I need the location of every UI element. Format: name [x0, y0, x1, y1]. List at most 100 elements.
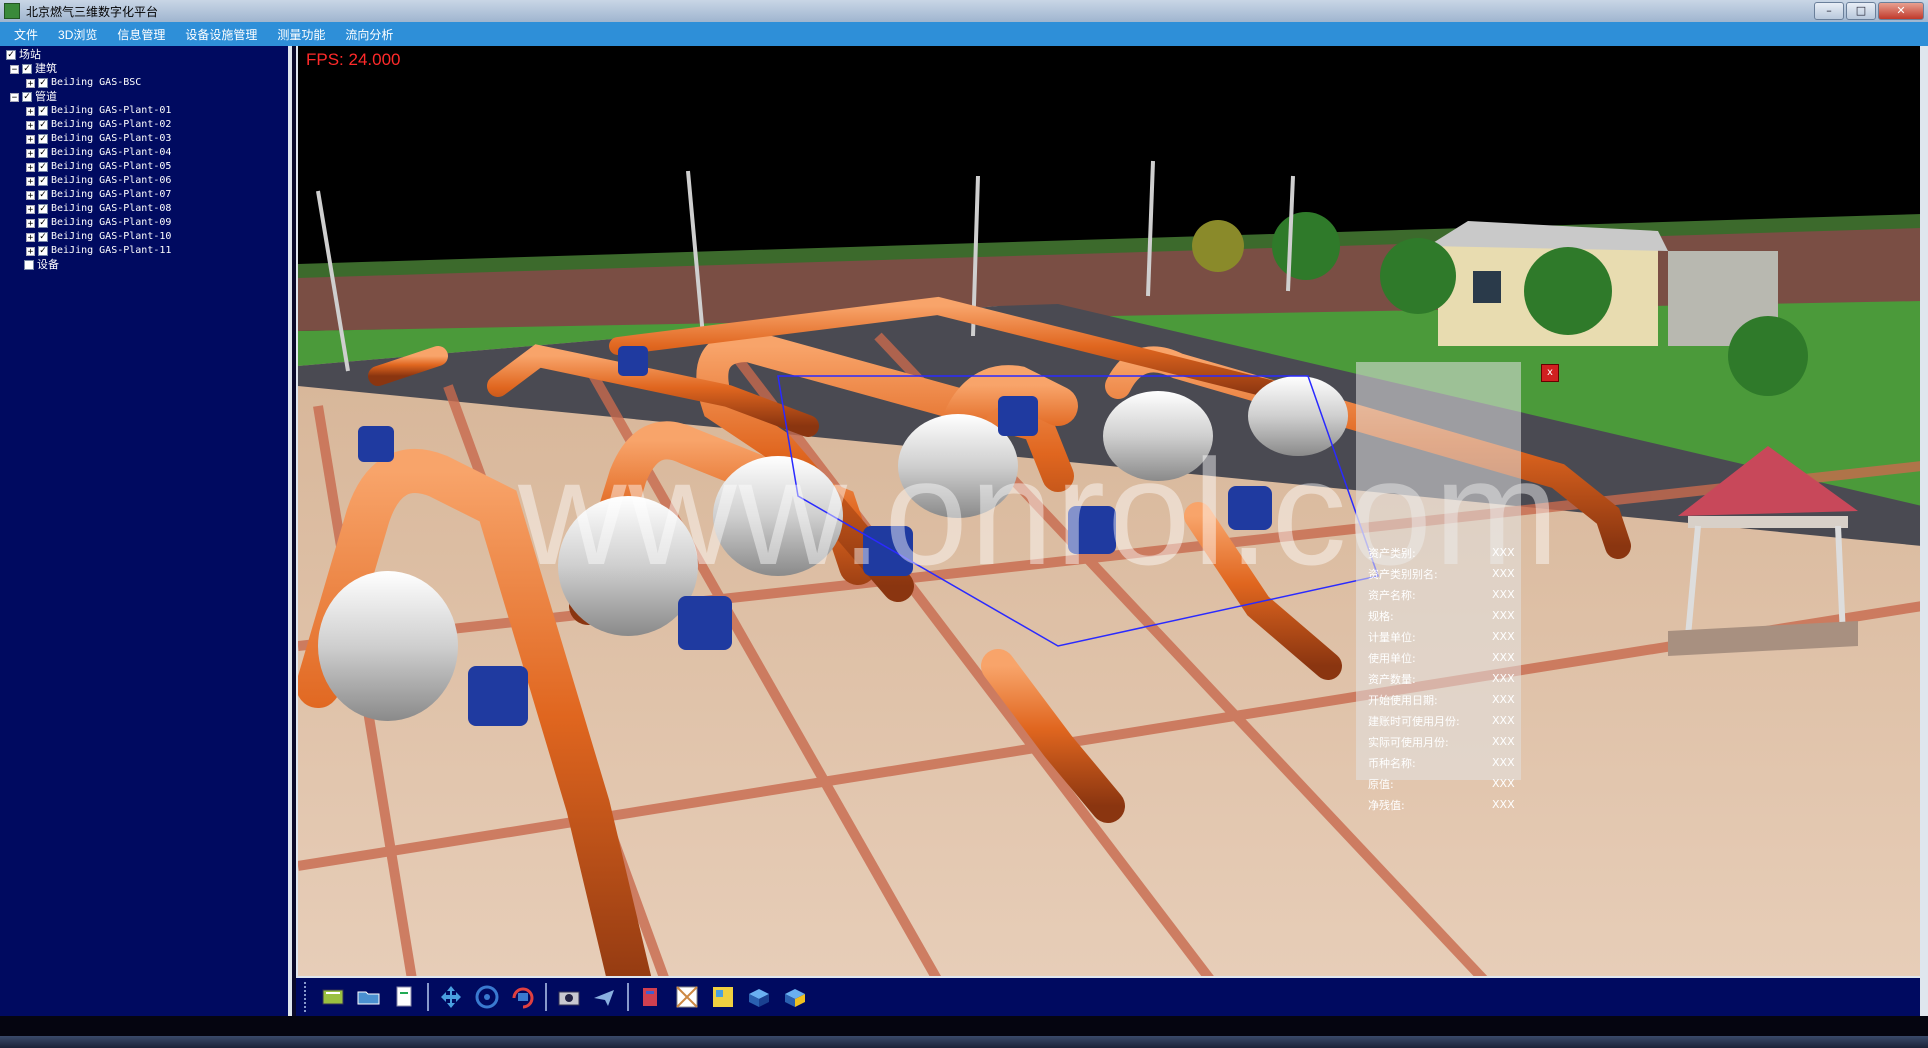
info-row: 币种名称: XXX: [1368, 752, 1532, 773]
tree-node-plant[interactable]: + ✓ BeiJing GAS-Plant-11: [6, 244, 288, 258]
menu-3d-browse[interactable]: 3D浏览: [48, 26, 107, 43]
checkbox[interactable]: ✓: [6, 50, 16, 60]
info-value: XXX: [1492, 693, 1515, 706]
checkbox[interactable]: ✓: [38, 218, 48, 228]
info-key: 净残值:: [1368, 798, 1405, 812]
tree-label: BeiJing GAS-Plant-02: [51, 119, 172, 130]
move-icon[interactable]: [473, 983, 501, 1011]
tree-node-plant[interactable]: + ✓ BeiJing GAS-Plant-10: [6, 230, 288, 244]
camera-icon[interactable]: [555, 983, 583, 1011]
tree-label: BeiJing GAS-Plant-03: [51, 133, 172, 144]
folder-open-icon[interactable]: [355, 983, 383, 1011]
checkbox[interactable]: ✓: [38, 148, 48, 158]
menu-measure[interactable]: 测量功能: [267, 26, 335, 43]
info-row: 开始使用日期: XXX: [1368, 689, 1532, 710]
measure-icon[interactable]: [673, 983, 701, 1011]
tree-node-plant[interactable]: + ✓ BeiJing GAS-Plant-02: [6, 118, 288, 132]
pan-icon[interactable]: [437, 983, 465, 1011]
map-icon[interactable]: [709, 983, 737, 1011]
tree-node-plant[interactable]: + ✓ BeiJing GAS-Plant-07: [6, 188, 288, 202]
info-key: 币种名称:: [1368, 756, 1416, 770]
expand-icon[interactable]: +: [26, 204, 35, 214]
info-key: 开始使用日期:: [1368, 693, 1438, 707]
info-close-button[interactable]: x: [1541, 364, 1559, 382]
expand-icon[interactable]: +: [26, 106, 35, 116]
close-button[interactable]: ✕: [1878, 2, 1924, 20]
rotate-icon[interactable]: [509, 983, 537, 1011]
info-row: 资产类别: XXX: [1368, 542, 1532, 563]
os-taskbar: [0, 1036, 1928, 1048]
expand-icon[interactable]: +: [26, 176, 35, 186]
toolbar-separator: [427, 983, 429, 1011]
info-row: 使用单位: XXX: [1368, 647, 1532, 668]
checkbox[interactable]: ✓: [22, 64, 32, 74]
tree-label: BeiJing GAS-Plant-10: [51, 231, 172, 242]
menu-file[interactable]: 文件: [0, 26, 48, 43]
menu-flow-analysis[interactable]: 流向分析: [335, 26, 403, 43]
info-row: 资产数量: XXX: [1368, 668, 1532, 689]
tree-node-bsc[interactable]: + ✓ BeiJing GAS-BSC: [6, 76, 288, 90]
checkbox[interactable]: ✓: [38, 204, 48, 214]
tree-node-plant[interactable]: + ✓ BeiJing GAS-Plant-03: [6, 132, 288, 146]
info-key: 规格:: [1368, 609, 1394, 623]
collapse-icon[interactable]: −: [10, 64, 19, 74]
checkbox[interactable]: ✓: [38, 162, 48, 172]
collapse-icon[interactable]: −: [10, 92, 19, 102]
tree-node-plant[interactable]: + ✓ BeiJing GAS-Plant-04: [6, 146, 288, 160]
tree-node-plant[interactable]: + ✓ BeiJing GAS-Plant-05: [6, 160, 288, 174]
tree-node-plant[interactable]: + ✓ BeiJing GAS-Plant-08: [6, 202, 288, 216]
checkbox[interactable]: ✓: [38, 232, 48, 242]
maximize-button[interactable]: □: [1846, 2, 1876, 20]
info-value: XXX: [1492, 672, 1515, 685]
tree-node-equipment[interactable]: 设备: [6, 258, 288, 272]
minimize-button[interactable]: –: [1814, 2, 1844, 20]
scrollbar[interactable]: [1920, 46, 1928, 1016]
layer-icon[interactable]: [637, 983, 665, 1011]
expand-icon[interactable]: +: [26, 162, 35, 172]
checkbox[interactable]: [24, 260, 34, 270]
info-value: XXX: [1492, 651, 1515, 664]
tree-root[interactable]: ✓ 场站: [6, 48, 288, 62]
document-icon[interactable]: [391, 983, 419, 1011]
checkbox[interactable]: ✓: [22, 92, 32, 102]
tree-node-plant[interactable]: + ✓ BeiJing GAS-Plant-01: [6, 104, 288, 118]
expand-icon[interactable]: +: [26, 148, 35, 158]
menu-facility-management[interactable]: 设备设施管理: [175, 26, 267, 43]
tree-label: 设备: [37, 258, 59, 271]
checkbox[interactable]: ✓: [38, 120, 48, 130]
fly-icon[interactable]: [591, 983, 619, 1011]
toolbar-grip[interactable]: [304, 982, 309, 1012]
info-row: 净残值: XXX: [1368, 794, 1532, 815]
checkbox[interactable]: ✓: [38, 134, 48, 144]
tree-label: BeiJing GAS-Plant-09: [51, 217, 172, 228]
scene-tree-panel: ✓ 场站 − ✓ 建筑 + ✓ BeiJing GAS-BSC − ✓ 管道 + ✓ BeiJin…: [0, 46, 292, 1016]
tree-node-pipeline[interactable]: − ✓ 管道: [6, 90, 288, 104]
tree-node-building[interactable]: − ✓ 建筑: [6, 62, 288, 76]
menu-info-management[interactable]: 信息管理: [107, 26, 175, 43]
cube-yellow-icon[interactable]: [781, 983, 809, 1011]
checkbox[interactable]: ✓: [38, 78, 48, 88]
info-key: 资产数量:: [1368, 672, 1416, 686]
scene-tree: ✓ 场站 − ✓ 建筑 + ✓ BeiJing GAS-BSC − ✓ 管道 + ✓ BeiJin…: [0, 46, 288, 272]
checkbox[interactable]: ✓: [38, 106, 48, 116]
cube-blue-icon[interactable]: [745, 983, 773, 1011]
fps-counter: FPS: 24.000: [306, 50, 401, 69]
expand-icon[interactable]: +: [26, 120, 35, 130]
info-value: XXX: [1492, 714, 1515, 727]
3d-viewport[interactable]: FPS: 24.000 www.onrol.com x 资产类别: XXX 资产类别…: [296, 46, 1922, 1016]
title-bar: 北京燃气三维数字化平台 – □ ✕: [0, 0, 1928, 22]
expand-icon[interactable]: +: [26, 78, 35, 88]
tree-node-plant[interactable]: + ✓ BeiJing GAS-Plant-09: [6, 216, 288, 230]
info-value: XXX: [1492, 756, 1515, 769]
expand-icon[interactable]: +: [26, 232, 35, 242]
tree-node-plant[interactable]: + ✓ BeiJing GAS-Plant-06: [6, 174, 288, 188]
expand-icon[interactable]: +: [26, 246, 35, 256]
expand-icon[interactable]: +: [26, 218, 35, 228]
checkbox[interactable]: ✓: [38, 246, 48, 256]
book-icon[interactable]: [319, 983, 347, 1011]
checkbox[interactable]: ✓: [38, 190, 48, 200]
toolbar-separator: [627, 983, 629, 1011]
expand-icon[interactable]: +: [26, 190, 35, 200]
expand-icon[interactable]: +: [26, 134, 35, 144]
checkbox[interactable]: ✓: [38, 176, 48, 186]
